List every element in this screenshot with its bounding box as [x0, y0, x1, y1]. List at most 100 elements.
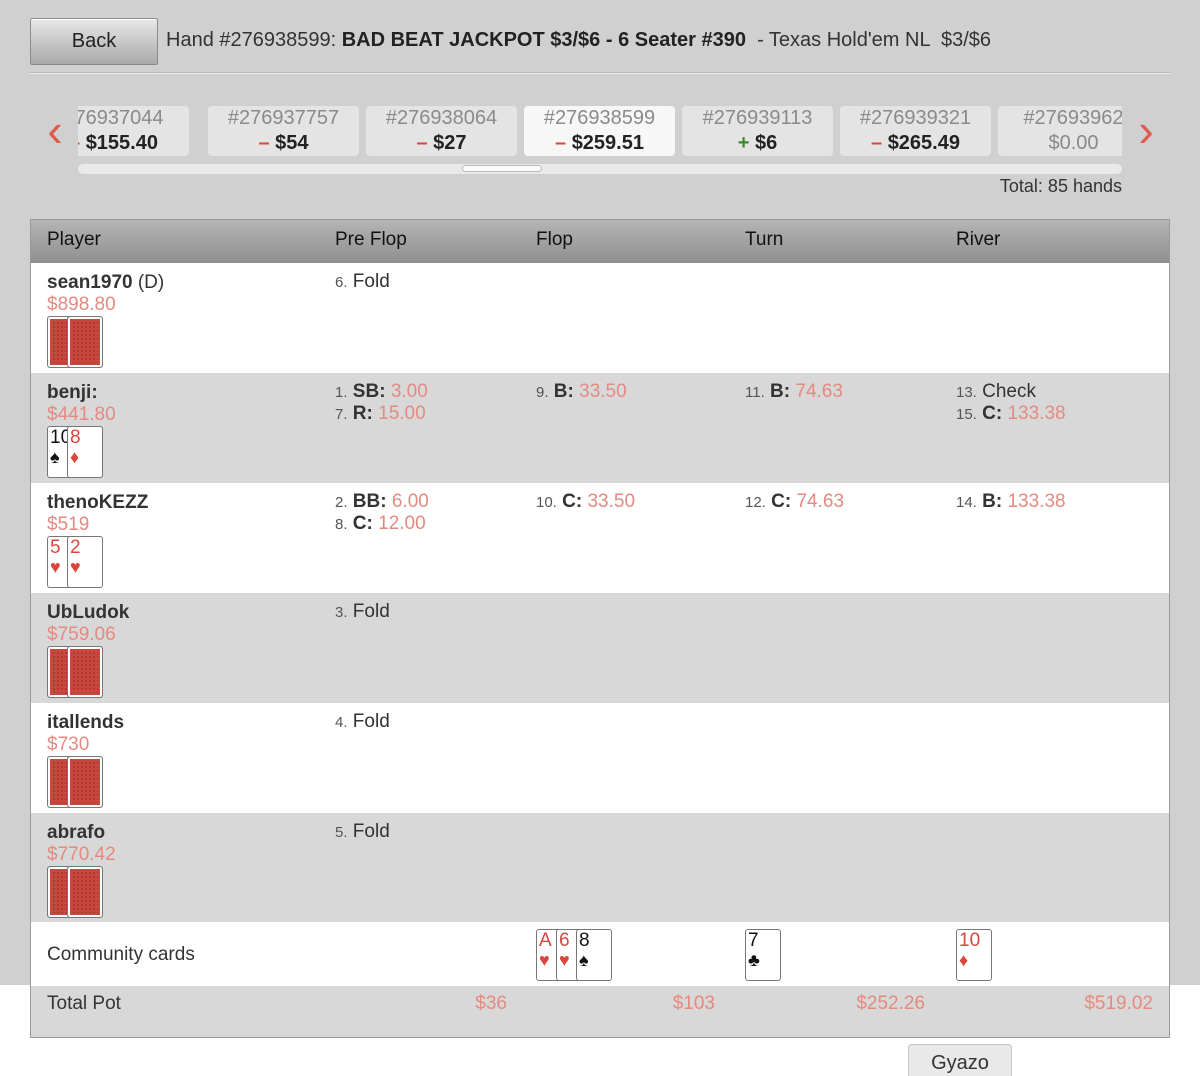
action-label: C: [352, 513, 373, 534]
player-name: sean1970 (D) [47, 272, 164, 294]
hand-id: 276937044 [78, 107, 164, 129]
column-header-river: River [956, 229, 1001, 250]
card-ten-diamonds: 10 ♦ [956, 929, 992, 981]
chevron-right-icon[interactable]: › [1131, 107, 1161, 153]
action: 5. Fold [335, 821, 390, 844]
card-rank: 10 [959, 930, 981, 951]
divider [30, 72, 1170, 74]
action-seq: 14. [956, 494, 977, 511]
action-amount: 74.63 [795, 381, 843, 402]
hand-tile[interactable]: #276939113 + $6 [682, 106, 833, 156]
card-eight-diamonds: 8 ♦ [67, 426, 103, 478]
diamond-icon: ♦ [959, 950, 969, 970]
result-sign: – [555, 132, 567, 154]
column-header-turn: Turn [745, 229, 784, 250]
chevron-left-icon[interactable]: ‹ [40, 107, 70, 153]
hand-id: #276939113 [702, 107, 813, 129]
carousel-scrollbar[interactable] [78, 164, 1122, 174]
action-amount: 12.00 [378, 513, 426, 534]
card-rank: 8 [579, 930, 590, 951]
action-seq: 7. [335, 406, 348, 423]
player-stack: $770.42 [47, 844, 116, 865]
hand-tile[interactable]: #27693962 $0.00 [998, 106, 1122, 156]
action-seq: 13. [956, 384, 977, 401]
hand-result: – $265.49 [840, 131, 991, 156]
player-stack: $519 [47, 514, 90, 535]
action-seq: 4. [335, 714, 348, 731]
result-amount: $155.40 [85, 132, 158, 154]
back-button[interactable]: Back [30, 18, 158, 65]
action: 3. Fold [335, 601, 390, 624]
action: 6. Fold [335, 271, 390, 294]
action: 8. C: 12.00 [335, 513, 426, 536]
hand-tile[interactable]: #276939321 – $265.49 [840, 106, 991, 156]
card-seven-clubs: 7 ♣ [745, 929, 781, 981]
total-pot-row: Total Pot $36 $103 $252.26 $519.02 [31, 986, 1169, 1037]
action-amount: 33.50 [579, 381, 627, 402]
result-amount: $27 [433, 132, 467, 154]
dealer-marker: (D) [132, 272, 165, 293]
result-sign: – [258, 132, 270, 154]
action-label: C: [982, 403, 1003, 424]
scrollbar-thumb[interactable] [462, 165, 542, 172]
hand-id: #276937757 [227, 107, 340, 129]
hand-id: #27693962 [1023, 107, 1122, 129]
heart-icon: ♥ [70, 557, 81, 577]
action-text: Fold [352, 601, 390, 622]
action-label: B: [553, 381, 574, 402]
table-row: benji: $441.80 10 ♠ 8 ♦ 1. SB: 3.00 7. R: … [31, 373, 1169, 483]
diamond-icon: ♦ [70, 447, 80, 467]
hand-result: – $259.51 [524, 131, 675, 156]
action-seq: 10. [536, 494, 557, 511]
hand-history-table: Player Pre Flop Flop Turn River sean1970… [30, 219, 1170, 1038]
hand-tile-active[interactable]: #276938599 – $259.51 [524, 106, 675, 156]
result-sign: – [78, 132, 80, 154]
action: 9. B: 33.50 [536, 381, 627, 404]
action-amount: 15.00 [378, 403, 426, 424]
action-seq: 12. [745, 494, 766, 511]
card-rank: 5 [50, 537, 61, 558]
hand-result: – $27 [366, 131, 517, 156]
hand-id: #276938064 [385, 107, 498, 129]
action-amount: 133.38 [1007, 403, 1066, 424]
heart-icon: ♥ [50, 557, 61, 577]
player-stack: $441.80 [47, 404, 116, 425]
total-hands: Total: 85 hands [999, 176, 1122, 196]
action-amount: 33.50 [587, 491, 636, 512]
card-back [67, 316, 103, 368]
card-two-hearts: 2 ♥ [67, 536, 103, 588]
action-label: C: [562, 491, 583, 512]
hand-tile[interactable]: #276938064 – $27 [366, 106, 517, 156]
action-text: Fold [352, 821, 390, 842]
hand-result: – $54 [208, 131, 359, 156]
hand-id: #276938599 [543, 107, 656, 129]
action: 10. C: 33.50 [536, 491, 635, 514]
card-eight-spades: 8 ♠ [576, 929, 612, 981]
action: 12. C: 74.63 [745, 491, 844, 514]
club-icon: ♣ [748, 950, 760, 970]
result-amount: $265.49 [887, 132, 960, 154]
gyazo-button[interactable]: Gyazo [908, 1044, 1012, 1076]
card-back [67, 646, 103, 698]
action-amount: 133.38 [1007, 491, 1066, 512]
result-amount: $6 [755, 132, 778, 154]
player-name: itallends [47, 712, 125, 733]
hand-id: #276939321 [859, 107, 972, 129]
total-pot-label: Total Pot [47, 993, 121, 1014]
community-cards-row: Community cards A ♥ 6 ♥ 8 ♠ 7 ♣ 10 ♦ [31, 922, 1169, 986]
card-rank: 8 [70, 427, 81, 448]
hand-tile[interactable]: #276937757 – $54 [208, 106, 359, 156]
action-seq: 11. [745, 384, 765, 401]
table-row: sean1970 (D) $898.80 6. Fold [31, 263, 1169, 373]
action-seq: 1. [335, 384, 348, 401]
result-sign: + [737, 132, 750, 154]
action: 4. Fold [335, 711, 390, 734]
player-name: benji: [47, 382, 98, 403]
card-rank: 7 [748, 930, 759, 951]
heart-icon: ♥ [559, 950, 570, 970]
action-seq: 3. [335, 604, 348, 621]
hand-tile[interactable]: 276937044 – $155.40 [78, 106, 189, 156]
column-header-preflop: Pre Flop [335, 229, 407, 250]
result-amount: $54 [275, 132, 309, 154]
table-row: thenoKEZZ $519 5 ♥ 2 ♥ 2. BB: 6.00 8. C: 1… [31, 483, 1169, 593]
